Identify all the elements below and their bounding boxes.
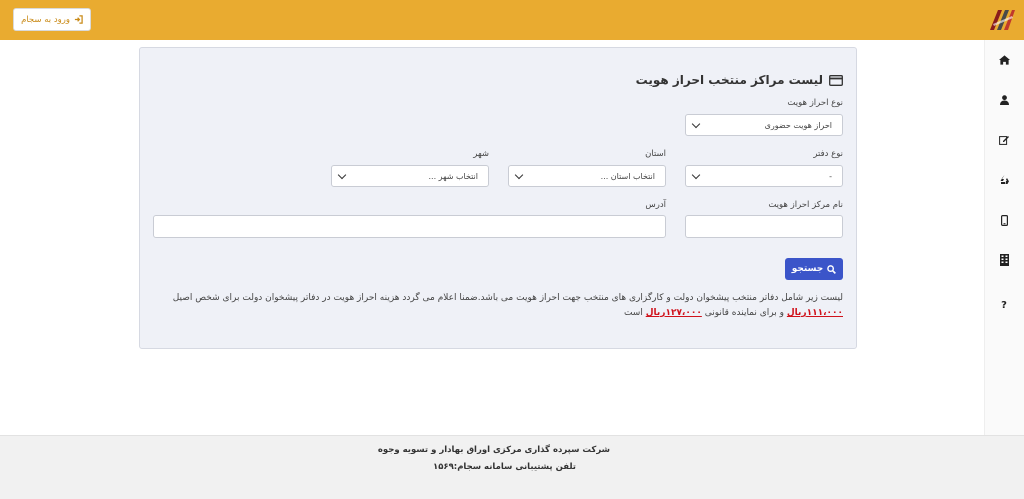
address-label: آدرس [645,200,666,210]
office-type-label: نوع دفتر [813,149,843,159]
search-button[interactable]: جستجو [785,258,843,280]
recycle-icon [1000,175,1009,184]
office-type-select[interactable]: - [685,165,843,187]
notice-text-1: لیست زیر شامل دفاتر منتخب پیشخوان دولت و… [172,293,843,303]
search-panel: لیست مراکز منتخب احراز هویت نوع احراز هو… [139,47,857,349]
sidebar-item-edit[interactable] [984,120,1024,160]
sidebar-item-home[interactable] [984,40,1024,80]
city-value: انتخاب شهر ... [428,171,478,181]
sidebar-item-help[interactable]: ? [984,285,1024,325]
building-icon [999,254,1009,266]
center-name-input[interactable] [685,215,843,238]
address-input[interactable] [153,215,666,238]
price-representative: ۱۲۷،۰۰۰ریال [645,308,702,318]
footer-company: شرکت سپرده گذاری مرکزی اوراق بهادار و تس… [377,445,610,455]
notice-text-3: است [623,308,643,318]
chevron-down-icon [691,119,701,129]
sign-in-icon [74,15,83,24]
question-icon: ? [1001,299,1007,311]
edit-icon [999,136,1009,145]
page-title-text: لیست مراکز منتخب احراز هویت [635,73,823,87]
top-bar: ورود به سجام [0,0,1024,40]
chevron-down-icon [691,170,701,180]
notice-text-2: و برای نماینده قانونی [704,308,784,318]
user-icon [999,95,1009,105]
credit-card-icon [829,74,843,86]
province-label: استان [645,149,666,159]
sidebar-item-profile[interactable] [984,80,1024,120]
sidebar-item-building[interactable] [984,240,1024,280]
footer-phone: تلفن پشتیبانی سامانه سجام:۱۵۶۹ [433,462,576,472]
province-value: انتخاب استان ... [600,171,655,181]
login-button[interactable]: ورود به سجام [13,8,91,31]
sidebar-item-recycle[interactable] [984,160,1024,200]
fee-notice: لیست زیر شامل دفاتر منتخب پیشخوان دولت و… [151,291,843,321]
footer: شرکت سپرده گذاری مرکزی اوراق بهادار و تس… [0,435,1024,499]
price-principal: ۱۱۱،۰۰۰ریال [786,308,843,318]
search-label: جستجو [791,264,824,274]
chevron-down-icon [514,170,524,180]
sidebar: ? [984,40,1024,435]
login-label: ورود به سجام [21,14,70,25]
sidebar-item-mobile[interactable] [984,200,1024,240]
center-name-label: نام مرکز احراز هویت [768,200,843,210]
city-select[interactable]: انتخاب شهر ... [331,165,489,187]
auth-type-label: نوع احراز هویت [787,98,843,108]
sejam-logo[interactable] [988,6,1016,34]
auth-type-value: احراز هویت حضوری [764,120,832,130]
mobile-icon [1000,214,1008,226]
home-icon [998,55,1010,65]
page-title: لیست مراکز منتخب احراز هویت [636,73,843,87]
office-type-value: - [829,171,832,181]
province-select[interactable]: انتخاب استان ... [508,165,666,187]
auth-type-select[interactable]: احراز هویت حضوری [685,114,843,136]
city-label: شهر [473,149,489,159]
chevron-down-icon [337,170,347,180]
search-icon [827,264,837,274]
